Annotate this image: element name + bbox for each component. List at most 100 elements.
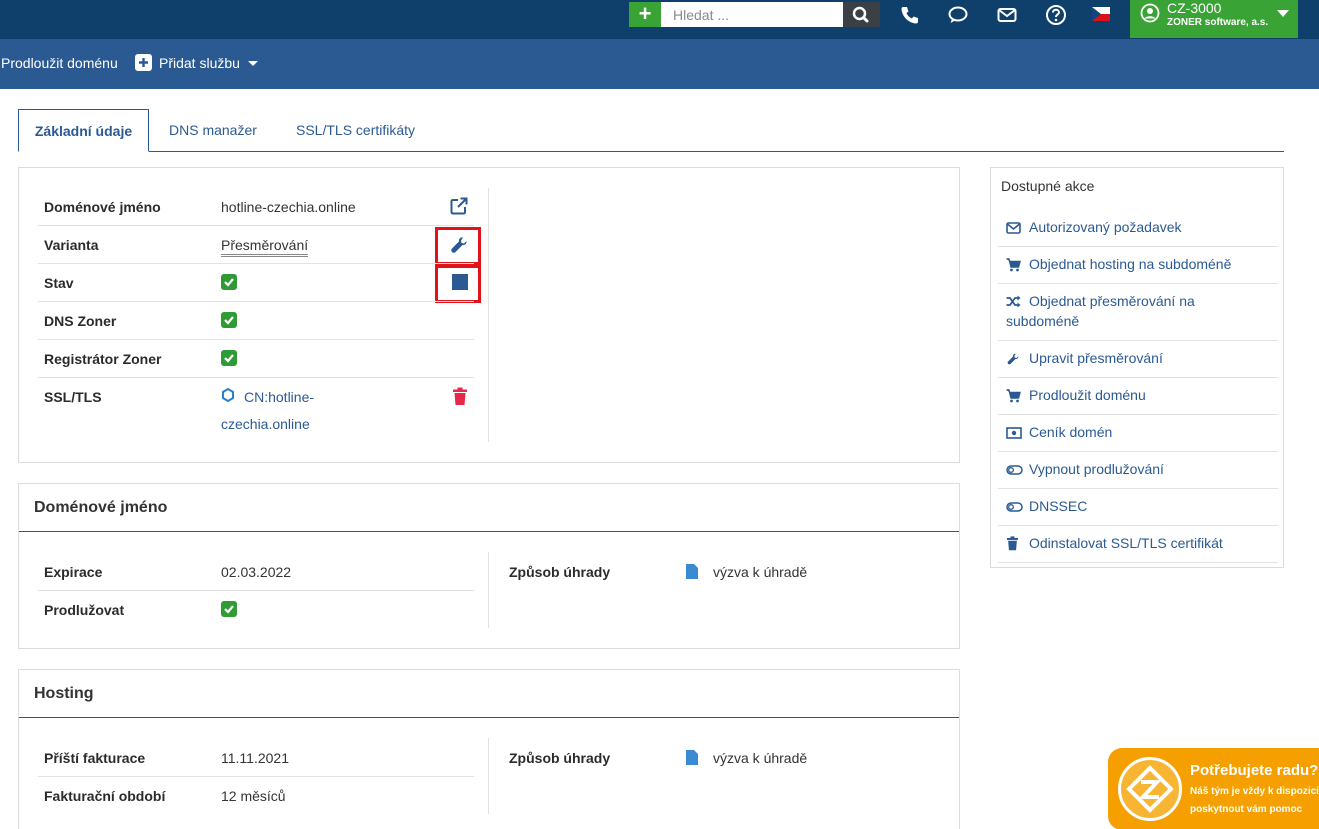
flag-cz-icon[interactable]	[1092, 7, 1110, 21]
row-divider	[38, 776, 474, 777]
billing-period-label: Fakturační období	[44, 788, 166, 804]
trash-icon[interactable]	[452, 387, 468, 406]
variant-label: Varianta	[44, 237, 99, 253]
hosting-card: Hosting Příští fakturace 11.11.2021 Fakt…	[18, 669, 960, 829]
search-input[interactable]	[661, 2, 843, 27]
action-disable-renewal[interactable]: Vypnout prodlužování	[998, 452, 1278, 489]
hosting-card-header: Hosting	[19, 670, 959, 718]
ssl-cn-link-continued[interactable]: czechia.online	[221, 416, 310, 432]
external-link-icon[interactable]	[449, 196, 469, 216]
column-divider	[488, 552, 489, 628]
auto-renew-check-icon	[221, 601, 237, 617]
help-text-continued: poskytnout vám pomoc	[1190, 804, 1303, 815]
tab-basic-info[interactable]: Základní údaje	[18, 109, 149, 152]
action-label: Odinstalovat SSL/TLS certifikát	[1029, 535, 1223, 551]
action-renew-domain[interactable]: Prodloužit doménu	[998, 378, 1278, 415]
action-domain-pricing[interactable]: Ceník domén	[998, 415, 1278, 452]
action-order-redirect-subdomain[interactable]: Objednat přesměrování na subdoméně	[998, 284, 1278, 341]
caret-down-icon	[248, 61, 258, 66]
search-button[interactable]	[843, 2, 880, 27]
search-icon	[852, 6, 869, 23]
row-divider	[38, 301, 474, 302]
column-divider	[488, 188, 489, 442]
action-label-continued: subdoméně	[1006, 313, 1080, 329]
action-label: Vypnout prodlužování	[1029, 461, 1164, 477]
actions-panel: Dostupné akce Autorizovaný požadavek Obj…	[990, 167, 1284, 568]
mail-icon[interactable]	[996, 4, 1018, 26]
billing-period-value: 12 měsíců	[221, 788, 286, 804]
row-divider	[38, 377, 474, 378]
trash-icon	[1006, 536, 1019, 551]
status-check-icon	[221, 274, 237, 290]
user-icon	[1140, 3, 1160, 23]
chevron-down-icon	[1277, 10, 1289, 17]
action-edit-redirect[interactable]: Upravit přesměrování	[998, 341, 1278, 378]
action-order-hosting-subdomain[interactable]: Objednat hosting na subdoméně	[998, 247, 1278, 284]
auto-renew-label: Prodlužovat	[44, 602, 125, 618]
expiry-value: 02.03.2022	[221, 564, 292, 580]
tab-ssl-certificates[interactable]: SSL/TLS certifikáty	[296, 109, 415, 152]
next-invoice-value: 11.11.2021	[221, 750, 289, 766]
add-service-button[interactable]: Přidat službu	[159, 55, 240, 71]
action-authorized-request[interactable]: Autorizovaný požadavek	[998, 210, 1278, 247]
payment-method-value: výzva k úhradě	[713, 750, 808, 766]
action-label: Prodloužit doménu	[1029, 387, 1146, 403]
registrar-zoner-check-icon	[221, 350, 237, 366]
payment-method-label: Způsob úhrady	[509, 750, 611, 766]
toggle-icon	[1006, 465, 1023, 475]
account-code: CZ-3000	[1167, 0, 1222, 16]
tab-dns-manager[interactable]: DNS manažer	[169, 109, 257, 152]
action-label: Ceník domén	[1029, 424, 1113, 440]
action-bar: Prodloužit doménu Přidat službu	[0, 39, 1319, 89]
domain-card-header: Doménové jméno	[19, 484, 959, 532]
next-invoice-label: Příští fakturace	[44, 750, 146, 766]
shuffle-icon	[1006, 295, 1021, 308]
cart-icon	[1006, 258, 1021, 272]
renew-domain-button[interactable]: Prodloužit doménu	[1, 55, 118, 71]
wrench-icon[interactable]	[449, 235, 469, 255]
action-label: Upravit přesměrování	[1029, 350, 1163, 366]
action-dnssec[interactable]: DNSSEC	[998, 489, 1278, 526]
zoner-logo-icon	[1118, 757, 1182, 821]
document-icon	[686, 564, 698, 579]
stop-icon[interactable]	[452, 274, 468, 290]
ssl-cn-link[interactable]: CN:hotline-	[244, 389, 314, 405]
variant-value[interactable]: Přesměrování	[221, 237, 309, 257]
action-label: Objednat hosting na subdoméně	[1029, 256, 1232, 272]
actions-title: Dostupné akce	[1001, 178, 1095, 194]
money-icon	[1006, 427, 1022, 439]
ssl-label: SSL/TLS	[44, 389, 102, 405]
domain-card-title: Doménové jméno	[34, 499, 168, 516]
help-chat-widget[interactable]: Potřebujete radu? Náš tým je vždy k disp…	[1108, 748, 1319, 829]
action-label: Objednat přesměrování na	[1029, 293, 1195, 309]
row-divider	[38, 339, 474, 340]
envelope-icon	[1006, 222, 1021, 234]
domain-name-label: Doménové jméno	[44, 199, 161, 215]
chat-icon[interactable]	[947, 4, 969, 26]
help-title: Potřebujete radu?	[1190, 762, 1319, 779]
domain-name-value: hotline-czechia.online	[221, 199, 356, 215]
account-menu[interactable]: CZ-3000 ZONER software, a.s.	[1130, 0, 1298, 38]
quick-add-button[interactable]: +	[629, 2, 661, 27]
column-divider	[488, 738, 489, 814]
help-text: Náš tým je vždy k dispozici,	[1190, 786, 1319, 797]
expiry-label: Expirace	[44, 564, 103, 580]
plus-icon	[135, 54, 152, 71]
tabs-divider	[18, 151, 1284, 152]
registrar-zoner-label: Registrátor Zoner	[44, 351, 162, 367]
row-divider	[38, 263, 474, 264]
action-label: Autorizovaný požadavek	[1029, 219, 1182, 235]
dns-zoner-check-icon	[221, 312, 237, 328]
domain-card: Doménové jméno Expirace 02.03.2022 Prodl…	[18, 483, 960, 649]
action-label: DNSSEC	[1029, 498, 1088, 514]
toggle-icon	[1006, 502, 1023, 512]
status-label: Stav	[44, 275, 74, 291]
wrench-icon	[1007, 353, 1019, 365]
document-icon	[686, 750, 698, 765]
action-uninstall-ssl[interactable]: Odinstalovat SSL/TLS certifikát	[998, 526, 1278, 563]
overview-card: Doménové jméno hotline-czechia.online Va…	[18, 167, 960, 463]
phone-icon[interactable]	[899, 4, 921, 26]
certificate-icon	[222, 388, 234, 402]
payment-method-value: výzva k úhradě	[713, 564, 808, 580]
help-icon[interactable]	[1045, 4, 1067, 26]
